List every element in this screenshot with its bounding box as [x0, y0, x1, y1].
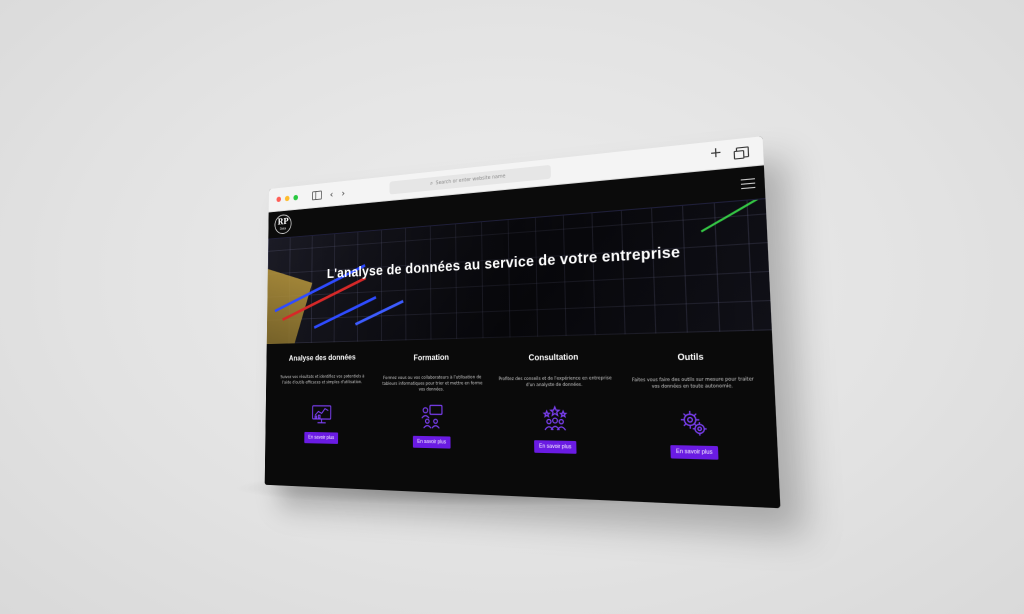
service-description: Faites vous faire des outils sur mesure …: [631, 375, 754, 389]
mockup-scene: ‹ › ⌕ Search or enter website name + RP …: [0, 0, 1024, 614]
learn-more-button[interactable]: En savoir plus: [304, 431, 339, 444]
browser-window: ‹ › ⌕ Search or enter website name + RP …: [264, 136, 781, 509]
learn-more-button[interactable]: En savoir plus: [412, 435, 451, 449]
service-title: Outils: [677, 352, 704, 363]
back-icon[interactable]: ‹: [330, 188, 334, 200]
hero-chart-bar: [313, 295, 377, 329]
gears-tools-icon: [676, 407, 710, 439]
toolbar-right-icons: +: [709, 143, 750, 162]
service-card-analyse: Analyse des données Suivez vos résultats…: [276, 353, 369, 451]
team-rating-icon: [540, 405, 569, 435]
hero-title: L'analyse de données au service de votre…: [326, 244, 681, 282]
service-description: Suivez vos résultats et identifiez vos p…: [280, 373, 365, 385]
learn-more-button[interactable]: En savoir plus: [533, 440, 577, 454]
analytics-dashboard-icon: [310, 400, 333, 427]
service-title: Analyse des données: [288, 352, 356, 363]
new-tab-icon[interactable]: +: [709, 145, 722, 162]
service-description: Profitez des conseils et de l'expérience…: [498, 375, 612, 388]
menu-line: [740, 181, 756, 185]
sidebar-toggle-icon[interactable]: [312, 190, 322, 201]
forward-icon[interactable]: ›: [341, 187, 345, 199]
menu-line: [741, 186, 756, 189]
logo-text: Data: [279, 226, 287, 231]
address-bar-placeholder: Search or enter website name: [435, 173, 506, 187]
close-window-button[interactable]: [276, 196, 282, 203]
learn-more-button[interactable]: En savoir plus: [670, 445, 719, 460]
hamburger-menu-icon[interactable]: [740, 177, 756, 189]
site-logo[interactable]: RP Data: [274, 213, 292, 235]
service-title: Consultation: [528, 352, 579, 363]
window-controls: [276, 194, 299, 203]
services-section: Analyse des données Suivez vos résultats…: [265, 330, 778, 461]
menu-line: [740, 177, 755, 180]
service-title: Formation: [413, 352, 450, 363]
search-icon: ⌕: [430, 179, 434, 187]
website: RP Data L'analyse de données au service …: [264, 165, 781, 509]
training-presentation-icon: [419, 402, 445, 430]
zoom-window-button[interactable]: [293, 194, 299, 201]
service-card-outils: Outils Faites vous faire des outils sur …: [628, 351, 762, 461]
tab-overview-icon[interactable]: [735, 146, 750, 159]
minimize-window-button[interactable]: [284, 195, 290, 202]
service-card-formation: Formation Formez vous ou vos collaborate…: [381, 352, 484, 453]
service-card-consultation: Consultation Profitez des conseils et de…: [498, 352, 615, 457]
service-description: Formez vous ou vos collaborateurs à l'ut…: [382, 374, 483, 392]
